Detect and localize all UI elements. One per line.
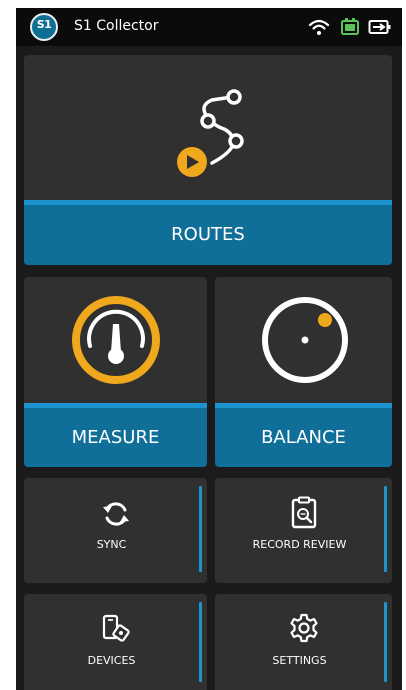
- balance-label: BALANCE: [261, 427, 346, 448]
- record-review-accent-line: [384, 486, 387, 572]
- gauge-icon: [72, 296, 160, 384]
- battery-charging-icon: [368, 20, 391, 34]
- device-screen: S1 S1 Collector ROUTES MEASURE BALANCE S…: [16, 8, 402, 690]
- route-path-icon: [177, 89, 244, 177]
- routes-tile[interactable]: ROUTES: [24, 55, 392, 265]
- settings-accent-line: [384, 602, 387, 682]
- devices-tile[interactable]: DEVICES: [24, 594, 207, 690]
- settings-label: SETTINGS: [272, 654, 327, 667]
- balance-tile[interactable]: BALANCE: [215, 277, 392, 467]
- record-review-tile[interactable]: RECORD REVIEW: [215, 478, 392, 583]
- sync-accent-line: [199, 486, 202, 572]
- settings-tile[interactable]: SETTINGS: [215, 594, 392, 690]
- record-review-label: RECORD REVIEW: [252, 538, 347, 551]
- balance-label-bar: BALANCE: [215, 403, 392, 467]
- measure-label-bar: MEASURE: [24, 403, 207, 467]
- measure-label: MEASURE: [71, 427, 160, 448]
- gear-icon: [290, 613, 318, 643]
- sync-label: SYNC: [96, 538, 127, 551]
- app-logo-text: S1: [36, 18, 52, 31]
- status-bar: S1 S1 Collector: [16, 8, 402, 46]
- battery-icon: [341, 18, 359, 35]
- routes-label-bar: ROUTES: [24, 200, 392, 265]
- sync-tile[interactable]: SYNC: [24, 478, 207, 583]
- sync-icon: [103, 502, 129, 526]
- balance-dial-icon: [262, 297, 348, 383]
- devices-accent-line: [199, 602, 202, 682]
- measure-tile[interactable]: MEASURE: [24, 277, 207, 467]
- devices-label: DEVICES: [87, 654, 136, 667]
- app-title: S1 Collector: [74, 18, 159, 34]
- clipboard-review-icon: [291, 496, 317, 529]
- wifi-icon: [308, 19, 330, 35]
- app-logo: S1: [30, 13, 58, 41]
- devices-icon: [102, 614, 130, 642]
- routes-label: ROUTES: [171, 224, 245, 245]
